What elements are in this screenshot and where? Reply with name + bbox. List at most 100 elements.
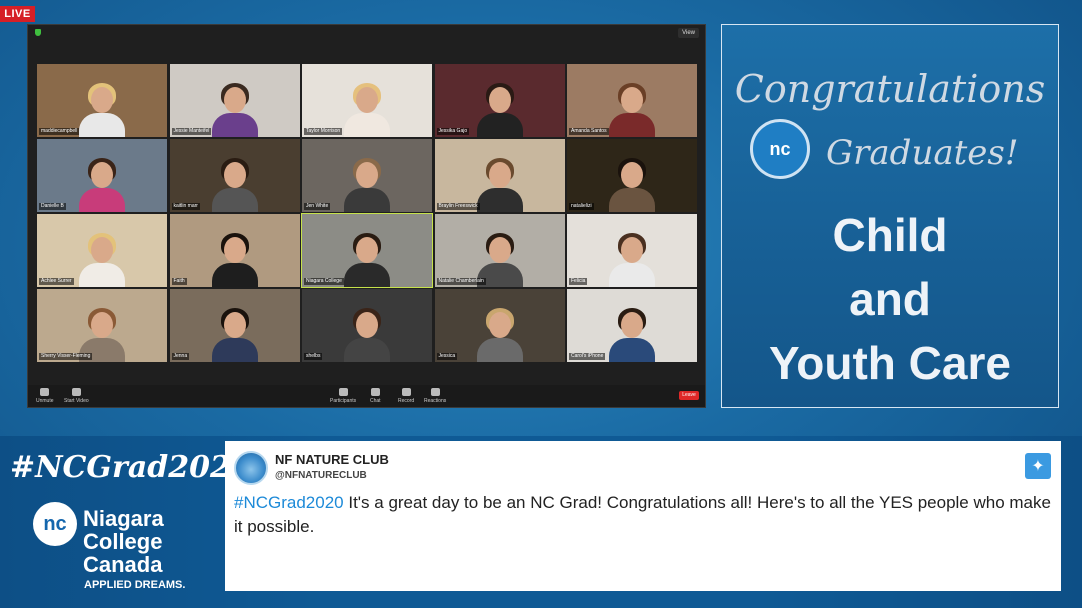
chat-button[interactable]: Chat xyxy=(370,388,381,404)
live-badge: LIVE xyxy=(0,6,35,22)
participant-name: Danielle B xyxy=(39,203,66,210)
college-line-2: College xyxy=(83,529,163,554)
participants-button[interactable]: Participants xyxy=(330,388,356,404)
participant-tile[interactable]: maddiecampbell xyxy=(37,64,167,137)
participant-figure xyxy=(476,156,523,212)
participant-tile[interactable]: natalielizi xyxy=(567,139,697,212)
participant-figure xyxy=(344,81,390,137)
nc-logo: nc xyxy=(33,502,77,546)
participant-tile[interactable]: Achlee Surrer xyxy=(37,214,167,287)
participant-name: Faith xyxy=(171,278,187,285)
participant-name: Felicia xyxy=(569,278,588,285)
program-line-3: Youth Care xyxy=(769,337,1011,389)
congratulations-heading: Congratulations xyxy=(734,67,1046,111)
participant-figure xyxy=(344,306,390,362)
participant-name: natalielizi xyxy=(569,203,594,210)
unmute-button[interactable]: Unmute xyxy=(36,388,54,404)
tweet-author-name[interactable]: NF NATURE CLUB xyxy=(275,452,389,467)
program-name: Child and Youth Care xyxy=(722,203,1058,395)
participant-figure xyxy=(211,306,258,362)
participant-name: Amanda Santos xyxy=(569,128,609,135)
participant-figure xyxy=(344,231,390,287)
participant-tile[interactable]: Jenna xyxy=(169,289,300,362)
participant-name: Carol's iPhone xyxy=(569,353,606,360)
participant-figure xyxy=(344,156,390,212)
record-icon xyxy=(401,388,411,396)
view-button[interactable]: View xyxy=(678,28,699,38)
tweet-body: It's a great day to be an NC Grad! Congr… xyxy=(234,493,1051,536)
participants-icon xyxy=(338,388,348,396)
tweet-avatar[interactable] xyxy=(234,451,268,485)
college-line-3: Canada xyxy=(83,552,163,577)
program-line-2: and xyxy=(849,273,931,325)
participant-tile[interactable]: Faith xyxy=(169,214,300,287)
participant-figure xyxy=(79,156,125,212)
participant-name: Jenna xyxy=(171,353,190,360)
participant-figure xyxy=(211,156,258,212)
participant-name: Sherry Visser-Fleming xyxy=(39,353,93,360)
participant-tile[interactable]: Felicia xyxy=(567,214,697,287)
microphone-icon xyxy=(40,388,50,396)
zoom-meeting-window: View maddiecampbell Jessie Manteifel Taylo… xyxy=(27,24,706,408)
participant-figure xyxy=(609,306,655,362)
program-panel: Congratulations nc Graduates! Child and … xyxy=(721,24,1059,408)
participant-tile[interactable]: Taylor Morrison xyxy=(302,64,432,137)
zoom-toolbar: Unmute Start Video Participants Chat Rec… xyxy=(28,385,705,407)
participant-tile[interactable]: kaitlin marr xyxy=(169,139,300,212)
participant-tile[interactable]: Jessika Gajo xyxy=(434,64,565,137)
participant-figure xyxy=(79,231,125,287)
graduates-heading: Graduates! xyxy=(826,133,1019,173)
participant-tile[interactable]: shelbs xyxy=(302,289,432,362)
college-name: Niagara College Canada xyxy=(83,507,164,576)
video-camera-icon xyxy=(71,388,81,396)
participant-name: Jen White xyxy=(304,203,331,210)
participant-name: Achlee Surrer xyxy=(39,278,74,285)
participant-figure xyxy=(211,231,258,287)
participant-tile[interactable]: Carol's iPhone xyxy=(567,289,697,362)
nc-seal-logo: nc xyxy=(750,119,810,179)
start-video-button[interactable]: Start Video xyxy=(64,388,89,404)
participant-figure xyxy=(609,231,655,287)
college-line-1: Niagara xyxy=(83,506,164,531)
participant-tile[interactable]: Braylin Freeswick xyxy=(434,139,565,212)
participant-tile[interactable]: Jessica xyxy=(434,289,565,362)
event-hashtag: #NCGrad2020 xyxy=(10,450,252,485)
record-button[interactable]: Record xyxy=(398,388,414,404)
participant-name: shelbs xyxy=(304,353,323,360)
participant-name: Niagara College xyxy=(304,278,344,285)
participant-figure xyxy=(476,306,523,362)
participant-name: kaitlin marr xyxy=(171,203,200,210)
program-line-1: Child xyxy=(832,209,948,261)
participant-tile[interactable]: Sherry Visser-Fleming xyxy=(37,289,167,362)
security-shield-icon[interactable] xyxy=(35,29,41,36)
participant-figure xyxy=(211,81,258,137)
participant-name: Jessie Manteifel xyxy=(171,128,212,135)
chat-icon xyxy=(370,388,380,396)
gallery-grid: maddiecampbell Jessie Manteifel Taylor Mor… xyxy=(37,64,697,363)
participant-tile[interactable]: Amanda Santos xyxy=(567,64,697,137)
participant-tile[interactable]: Niagara College xyxy=(301,213,433,288)
tweet-hashtag[interactable]: #NCGrad2020 xyxy=(234,493,344,512)
participant-figure xyxy=(609,156,655,212)
reactions-button[interactable]: Reactions xyxy=(424,388,446,404)
participant-name: Natalie Chamberlain xyxy=(436,278,486,285)
leave-button[interactable]: Leave xyxy=(679,391,699,400)
participant-figure xyxy=(476,81,523,137)
tweet-card: NF NATURE CLUB @NFNATURECLUB ✦ #NCGrad20… xyxy=(225,441,1061,591)
participant-figure xyxy=(609,81,655,137)
participant-tile[interactable]: Jessie Manteifel xyxy=(169,64,300,137)
tweet-text: #NCGrad2020 It's a great day to be an NC… xyxy=(234,491,1054,539)
reactions-icon xyxy=(430,388,440,396)
participant-name: Braylin Freeswick xyxy=(436,203,480,210)
participant-name: Taylor Morrison xyxy=(304,128,343,135)
participant-tile[interactable]: Natalie Chamberlain xyxy=(434,214,565,287)
participant-figure xyxy=(79,81,125,137)
participant-name: Jessika Gajo xyxy=(436,128,470,135)
twitter-bird-icon: ✦ xyxy=(1025,453,1051,479)
participant-tile[interactable]: Jen White xyxy=(302,139,432,212)
college-tagline: APPLIED DREAMS. xyxy=(84,579,186,591)
participant-tile[interactable]: Danielle B xyxy=(37,139,167,212)
participant-name: Jessica xyxy=(436,353,458,360)
participant-name: maddiecampbell xyxy=(39,128,80,135)
tweet-author-handle[interactable]: @NFNATURECLUB xyxy=(275,470,367,481)
